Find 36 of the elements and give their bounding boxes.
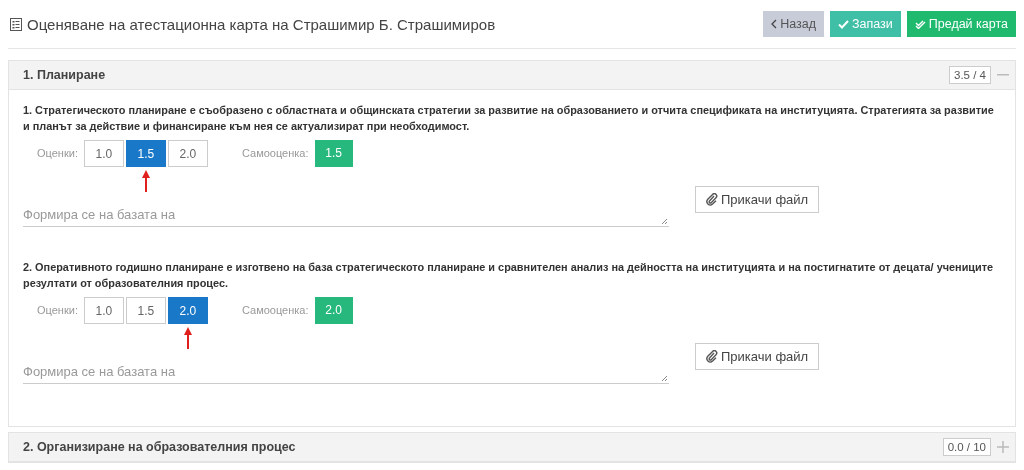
section-title: 2. Организиране на образователния процес xyxy=(23,440,296,454)
self-assessment-score: 1.5 xyxy=(314,140,353,167)
section-header[interactable]: 2. Организиране на образователния процес 0.0 / 10 xyxy=(9,433,1015,462)
grade-option[interactable]: 1.0 xyxy=(83,140,124,167)
self-assessment-label: Самооценка: xyxy=(241,146,309,161)
grade-option[interactable]: 2.0 xyxy=(167,140,208,167)
section-title: 1. Планиране xyxy=(23,68,106,82)
grade-option[interactable]: 2.0 xyxy=(167,297,208,324)
page-title: Оценяване на атестационна карта на Страшимир Б. Страшимиров xyxy=(27,15,496,33)
comment-field[interactable]: Формира се на базата на xyxy=(23,198,669,227)
chevron-left-icon xyxy=(771,19,778,29)
section-header[interactable]: 1. Планиране 3.5 / 4 xyxy=(9,61,1015,90)
score-badge: 0.0 / 10 xyxy=(942,438,991,456)
score-badge: 3.5 / 4 xyxy=(949,66,991,84)
paperclip-icon xyxy=(706,193,718,206)
attach-file-button[interactable]: Прикачи файл xyxy=(695,186,820,213)
criterion-text: 2. Оперативното годишно планиране е изготвено на база стратегическото планиране и сравнителен анализ на дейността на институцията и на постигнатите от децата/ учениците резултати от образователния процес. xyxy=(23,260,995,291)
grades-label: Оценки: xyxy=(37,146,78,161)
grade-option[interactable]: 1.5 xyxy=(125,140,166,167)
double-check-icon xyxy=(914,19,926,29)
check-icon xyxy=(837,19,849,29)
resize-handle-icon[interactable] xyxy=(661,375,668,382)
grade-option[interactable]: 1.5 xyxy=(125,297,166,324)
back-button[interactable]: Назад xyxy=(763,11,824,37)
attach-file-button[interactable]: Прикачи файл xyxy=(695,343,820,370)
criterion-text: 1. Стратегическото планиране е съобразено с областната и общинската стратегии за развитие на образованието и отчита спецификата на институцията. Стратегията за развитие и планът за действие и финансиране към нея се актуализират при необходимост. xyxy=(23,103,995,134)
grades-label: Оценки: xyxy=(37,303,78,318)
grade-option[interactable]: 1.0 xyxy=(83,297,124,324)
self-assessment-score: 2.0 xyxy=(314,297,353,324)
paperclip-icon xyxy=(706,350,718,363)
list-icon xyxy=(10,17,22,31)
self-assessment-label: Самооценка: xyxy=(241,303,309,318)
comment-field[interactable]: Формира се на базата на xyxy=(23,355,669,384)
arrow-icon xyxy=(141,170,150,192)
arrow-icon xyxy=(183,327,192,349)
resize-handle-icon[interactable] xyxy=(661,218,668,225)
